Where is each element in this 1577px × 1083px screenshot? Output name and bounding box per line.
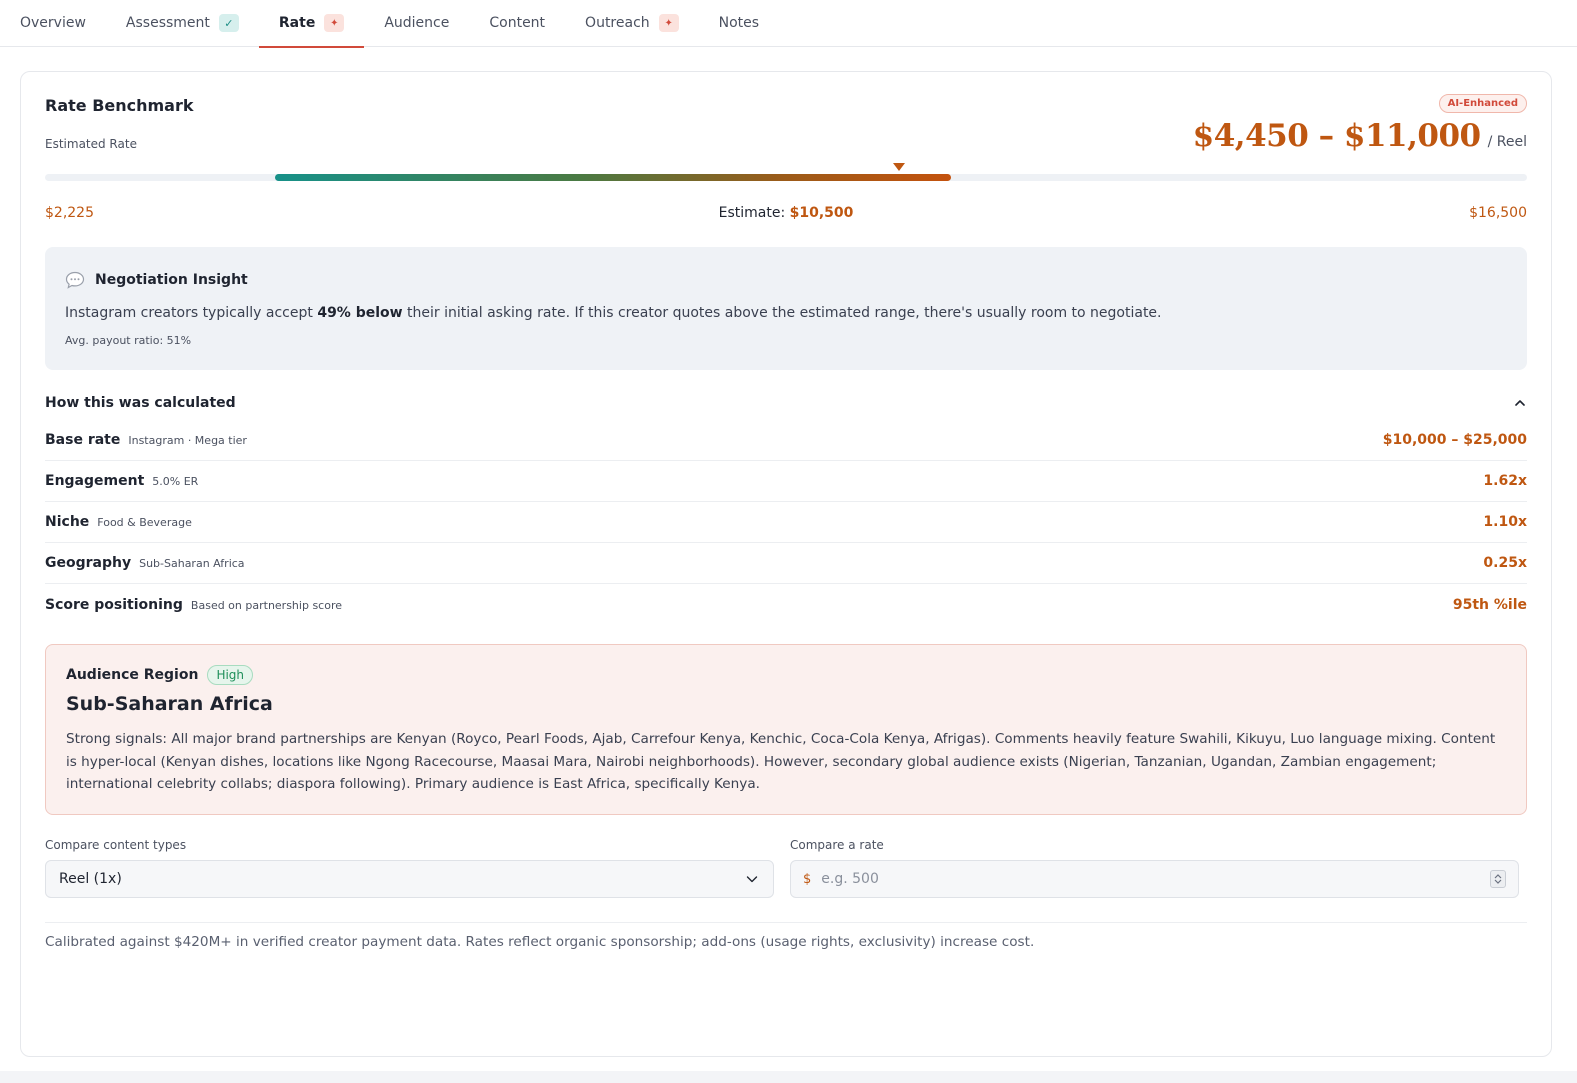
calc-row: Geography Sub-Saharan Africa 0.25x <box>45 543 1527 584</box>
rate-stepper[interactable] <box>1490 870 1506 888</box>
calc-row-left: Engagement 5.0% ER <box>45 473 198 489</box>
rate-benchmark-card: Rate Benchmark AI-Enhanced Estimated Rat… <box>20 71 1552 1057</box>
stepper-down-icon[interactable] <box>1494 879 1502 884</box>
calc-label: Geography <box>45 555 132 571</box>
estimate-label: Estimate: <box>718 205 786 221</box>
footer-note: Calibrated against $420M+ in verified cr… <box>45 934 1035 950</box>
footer-divider <box>45 922 1527 923</box>
currency-symbol: $ <box>803 871 812 887</box>
tab-rate[interactable]: Rate ✦ <box>258 0 365 48</box>
insight-header: Negotiation Insight <box>65 271 248 289</box>
calc-value: $10,000 – $25,000 <box>1382 432 1527 448</box>
tab-outreach[interactable]: Outreach ✦ <box>585 0 679 47</box>
compare-types-label: Compare content types <box>45 838 187 852</box>
sparkle-icon: ✦ <box>658 14 679 32</box>
negotiation-insight-panel: Negotiation Insight Instagram creators t… <box>45 247 1527 370</box>
page-bottom-strip <box>0 1071 1577 1083</box>
calculation-toggle[interactable]: How this was calculated <box>45 392 1527 414</box>
scale-max: $16,500 <box>1469 205 1527 221</box>
content-type-select[interactable]: Reel (1x) <box>45 860 774 898</box>
calc-value: 1.62x <box>1483 473 1527 489</box>
tab-overview[interactable]: Overview <box>20 0 86 47</box>
tab-label: Notes <box>718 15 760 31</box>
region-title: Sub-Saharan Africa <box>66 693 273 715</box>
calc-row: Engagement 5.0% ER 1.62x <box>45 461 1527 502</box>
calc-value: 1.10x <box>1483 514 1527 530</box>
estimated-rate-label: Estimated Rate <box>45 137 137 151</box>
calc-row: Score positioning Based on partnership sc… <box>45 584 1527 625</box>
calc-row-left: Niche Food & Beverage <box>45 514 192 530</box>
compare-rate-input[interactable] <box>821 871 1490 887</box>
confidence-badge: High <box>207 665 254 685</box>
chat-bubble-icon <box>65 271 85 289</box>
ai-enhanced-badge: AI-Enhanced <box>1438 94 1527 113</box>
card-title: Rate Benchmark <box>45 96 194 115</box>
insight-text-bold: 49% below <box>317 305 403 321</box>
calc-label: Base rate <box>45 432 121 448</box>
rate-range-fill <box>274 174 952 181</box>
chevron-down-icon <box>746 876 758 883</box>
tab-label: Audience <box>384 15 450 31</box>
calc-sub: 5.0% ER <box>152 475 199 488</box>
tab-label: Assessment <box>125 15 210 31</box>
payout-ratio: Avg. payout ratio: 51% <box>65 334 192 347</box>
calc-row: Niche Food & Beverage 1.10x <box>45 502 1527 543</box>
tab-audience[interactable]: Audience <box>384 0 449 47</box>
insight-title: Negotiation Insight <box>95 272 248 288</box>
tab-content[interactable]: Content <box>489 0 545 47</box>
audience-region-panel: Audience Region High Sub-Saharan Africa … <box>45 644 1527 815</box>
rate-range-unit: / Reel <box>1487 134 1527 150</box>
tab-label: Outreach <box>585 15 650 31</box>
insight-text: Instagram creators typically accept 49% … <box>65 305 1507 321</box>
rate-range-amount: $4,450 – $11,000 <box>1192 118 1481 154</box>
calc-value: 0.25x <box>1483 555 1527 571</box>
rate-scale-track <box>45 174 1527 181</box>
estimate-marker-icon <box>893 163 906 171</box>
calc-sub: Food & Beverage <box>97 516 192 529</box>
calc-sub: Instagram · Mega tier <box>128 434 247 447</box>
insight-text-before: Instagram creators typically accept <box>65 305 318 321</box>
calc-sub: Sub-Saharan Africa <box>139 557 245 570</box>
calc-label: Score positioning <box>45 596 183 613</box>
calc-value: 95th %ile <box>1452 596 1527 613</box>
compare-rate-label: Compare a rate <box>790 838 884 852</box>
region-header: Audience Region High <box>66 665 254 685</box>
calc-label: Engagement <box>45 473 145 489</box>
sparkle-icon: ✦ <box>324 14 345 32</box>
compare-rate-field: $ <box>790 860 1519 898</box>
region-description: Strong signals: All major brand partners… <box>66 731 1496 792</box>
tab-notes[interactable]: Notes <box>719 0 759 47</box>
calc-row-left: Geography Sub-Saharan Africa <box>45 555 245 571</box>
estimate-value: $10,500 <box>789 205 854 221</box>
tab-assessment[interactable]: Assessment ✓ <box>126 0 239 47</box>
calc-sub: Based on partnership score <box>190 598 342 612</box>
tab-label: Content <box>489 15 546 31</box>
tab-bar: Overview Assessment ✓ Rate ✦ Audience Content O… <box>0 0 1577 48</box>
calculation-title: How this was calculated <box>45 395 236 411</box>
insight-text-after: their initial asking rate. If this creat… <box>402 305 1162 321</box>
calc-row-left: Score positioning Based on partnership sc… <box>45 597 342 613</box>
content-type-value: Reel (1x) <box>59 871 122 887</box>
tab-label: Overview <box>20 15 86 31</box>
calc-label: Niche <box>45 514 90 530</box>
check-icon: ✓ <box>218 14 239 32</box>
region-label: Audience Region <box>66 667 199 683</box>
calculation-rows: Base rate Instagram · Mega tier $10,000 – … <box>45 420 1527 625</box>
tab-label: Rate <box>278 15 316 31</box>
chevron-up-icon <box>1515 400 1525 406</box>
estimate: Estimate: $10,500 <box>45 205 1527 221</box>
calc-row-left: Base rate Instagram · Mega tier <box>45 432 247 448</box>
calc-row: Base rate Instagram · Mega tier $10,000 – … <box>45 420 1527 461</box>
rate-range: $4,450 – $11,000 / Reel <box>1193 118 1527 154</box>
